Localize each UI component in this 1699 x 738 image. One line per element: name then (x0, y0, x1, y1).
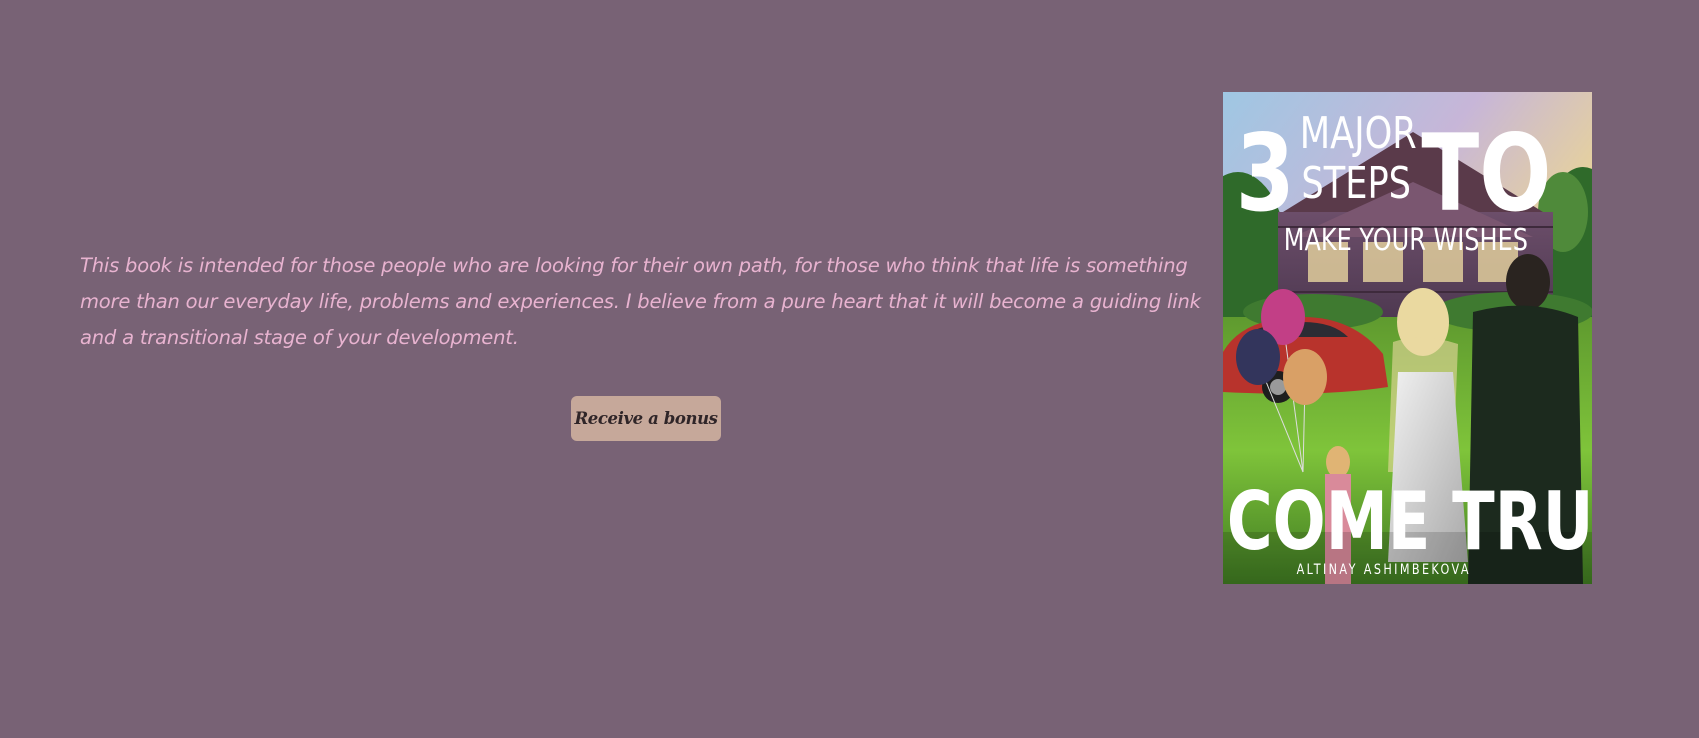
cover-line-steps: STEPS (1301, 158, 1411, 209)
book-cover-image: 3 MAJOR STEPS TO MAKE YOUR WISHES COME T… (1223, 92, 1592, 584)
receive-bonus-button[interactable]: Receive a bonus (571, 396, 721, 441)
cover-number: 3 (1236, 112, 1295, 236)
cover-line-to: TO (1421, 112, 1551, 236)
cover-title-bottom: COME TRUE (1227, 474, 1592, 568)
cover-subtitle: MAKE YOUR WISHES (1284, 223, 1528, 257)
cover-author: ALTINAY ASHIMBEKOVA (1297, 561, 1471, 578)
book-description: This book is intended for those people w… (80, 254, 1201, 349)
cover-line-major: MAJOR (1300, 108, 1417, 159)
